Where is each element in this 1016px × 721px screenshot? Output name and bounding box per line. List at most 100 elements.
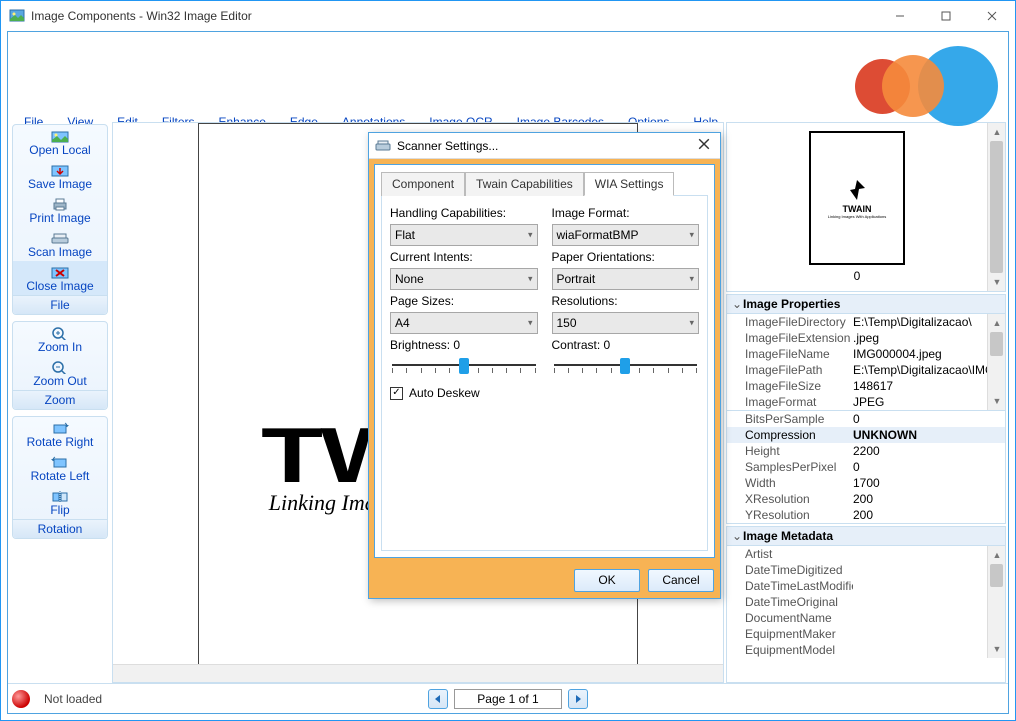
sidebar-item-label: Scan Image [28,245,92,259]
brand-logo [855,32,998,140]
sidebar-group-footer[interactable]: File [13,295,107,314]
tab-component[interactable]: Component [381,172,465,196]
property-row[interactable]: EquipmentModel [727,642,987,658]
property-key: ImageFileExtension [745,331,853,345]
pager-next-button[interactable] [568,689,588,709]
sidebar-item-print-image[interactable]: Print Image [13,193,107,227]
thumbnail[interactable]: TWAIN Linking Images With Applications [809,131,905,265]
sidebar-item-flip[interactable]: Flip [13,485,107,519]
sidebar-item-open-local[interactable]: Open Local [13,125,107,159]
image-properties-title: Image Properties [743,297,1001,311]
property-row[interactable]: DateTimeOriginal [727,594,987,610]
property-row[interactable]: Artist [727,546,987,562]
right-panel: TWAIN Linking Images With Applications 0… [726,122,1006,683]
property-value: 0 [853,460,1005,474]
property-key: EquipmentMaker [745,627,853,641]
close-button[interactable] [969,1,1015,31]
canvas-hscroll[interactable] [113,664,723,682]
sidebar-item-scan-image[interactable]: Scan Image [13,227,107,261]
image-properties-panel: ⌄ Image Properties ImageFileDirectoryE:\… [726,294,1006,524]
pager-prev-button[interactable] [428,689,448,709]
sidebar-item-close-image[interactable]: Close Image [13,261,107,295]
prop-scrollbar[interactable]: ▲ ▼ [987,546,1005,658]
rotate-left-icon [50,455,70,469]
intents-label: Current Intents: [390,248,538,266]
sidebar-group-file: Open LocalSave Image Print Image Scan Imag… [12,124,108,315]
image-metadata-title: Image Metadata [743,529,1001,543]
property-row[interactable]: Height2200 [727,443,1005,459]
pager: Page 1 of 1 [428,689,588,709]
property-row[interactable]: DateTimeDigitized [727,562,987,578]
printer-icon [50,197,70,211]
property-row[interactable]: ImageFileNameIMG000004.jpeg [727,346,987,362]
tab-wia-settings[interactable]: WIA Settings [584,172,675,196]
property-key: SamplesPerPixel [745,460,853,474]
sidebar-item-zoom-out[interactable]: Zoom Out [13,356,107,390]
twisty-icon: ⌄ [731,297,743,311]
property-row[interactable]: DateTimeLastModified [727,578,987,594]
dialog-close-button[interactable] [694,138,714,153]
sidebar-item-save-image[interactable]: Save Image [13,159,107,193]
flip-icon [50,489,70,503]
property-row[interactable]: ImageFormatJPEG [727,394,987,410]
property-value: .jpeg [853,331,987,345]
property-row[interactable]: XResolution200 [727,491,1005,507]
sidebar: Open LocalSave Image Print Image Scan Imag… [10,122,110,683]
property-row[interactable]: DocumentName [727,610,987,626]
cancel-button[interactable]: Cancel [648,569,714,592]
property-row[interactable]: CompressionUNKNOWN [727,427,1005,443]
page-sizes-combo[interactable]: A4▾ [390,312,538,334]
sidebar-item-label: Print Image [29,211,90,225]
sidebar-item-label: Flip [50,503,69,517]
property-key: DocumentName [745,611,853,625]
thumb-scrollbar[interactable]: ▲ ▼ [987,123,1005,291]
property-row[interactable]: YResolution200 [727,507,1005,523]
minimize-button[interactable] [877,1,923,31]
sidebar-item-label: Zoom Out [33,374,86,388]
property-value: 2200 [853,444,1005,458]
sidebar-item-rotate-left[interactable]: Rotate Left [13,451,107,485]
auto-deskew-label: Auto Deskew [409,386,480,400]
image-properties-header[interactable]: ⌄ Image Properties [727,295,1005,314]
maximize-button[interactable] [923,1,969,31]
property-row[interactable]: ImageFilePathE:\Temp\Digitalizacao\IMG00… [727,362,987,378]
property-row[interactable]: ImageFileExtension.jpeg [727,330,987,346]
auto-deskew-checkbox[interactable]: ✓ Auto Deskew [390,386,699,400]
app-icon [9,8,25,24]
dialog-titlebar[interactable]: Scanner Settings... [369,133,720,159]
property-value: JPEG [853,395,987,409]
app-window: Image Components - Win32 Image Editor Fi… [0,0,1016,721]
ok-button[interactable]: OK [574,569,640,592]
property-key: ImageFilePath [745,363,853,377]
resolution-combo[interactable]: 150▾ [552,312,700,334]
image-metadata-header[interactable]: ⌄ Image Metadata [727,527,1005,546]
property-row[interactable]: ImageFileDirectoryE:\Temp\Digitalizacao\ [727,314,987,330]
brightness-slider[interactable] [390,354,538,380]
property-row[interactable]: SamplesPerPixel0 [727,459,1005,475]
property-row[interactable]: ImageFileSize148617 [727,378,987,394]
property-value: 1700 [853,476,1005,490]
chevron-down-icon: ▾ [689,230,694,241]
thumbnail-index: 0 [854,269,861,283]
orientation-combo[interactable]: Portrait▾ [552,268,700,290]
sidebar-group-footer[interactable]: Zoom [13,390,107,409]
image-format-combo[interactable]: wiaFormatBMP▾ [552,224,700,246]
orientation-label: Paper Orientations: [552,248,700,266]
property-row[interactable]: BitsPerSample0 [727,411,1005,427]
sidebar-group-footer[interactable]: Rotation [13,519,107,538]
contrast-slider[interactable] [552,354,700,380]
pager-text: Page 1 of 1 [454,689,562,709]
property-value: 148617 [853,379,987,393]
resolution-label: Resolutions: [552,292,700,310]
intents-combo[interactable]: None▾ [390,268,538,290]
sidebar-item-zoom-in[interactable]: Zoom In [13,322,107,356]
prop-scrollbar[interactable]: ▲ ▼ [987,314,1005,410]
property-row[interactable]: EquipmentMaker [727,626,987,642]
sidebar-item-rotate-right[interactable]: Rotate Right [13,417,107,451]
zoom-out-icon [50,360,70,374]
handling-combo[interactable]: Flat▾ [390,224,538,246]
status-bar: Not loaded Page 1 of 1 [8,683,1008,713]
property-row[interactable]: Width1700 [727,475,1005,491]
property-value: 200 [853,492,1005,506]
tab-twain-capabilities[interactable]: Twain Capabilities [465,172,584,196]
